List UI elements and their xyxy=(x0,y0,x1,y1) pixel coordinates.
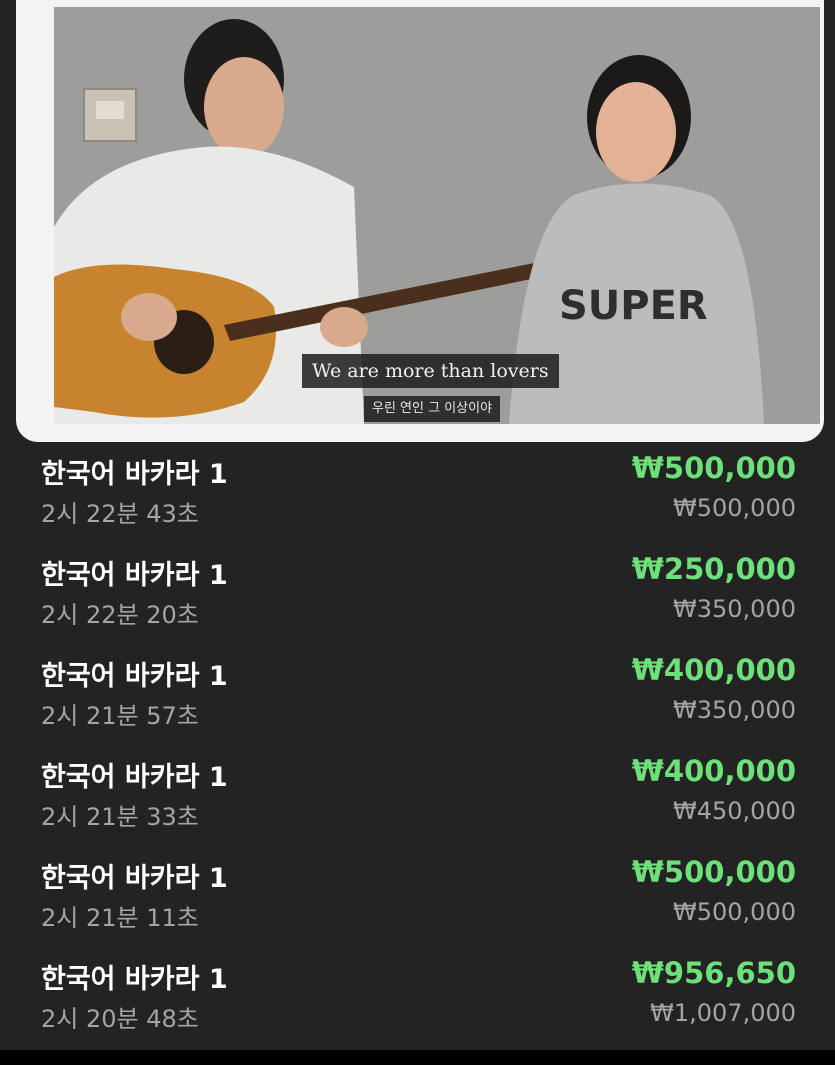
transaction-time: 2시 20분 48초 xyxy=(41,1005,199,1033)
transaction-panel: SUPER We are more than lovers 우린 연인 그 이상… xyxy=(0,0,835,1050)
transaction-name: 한국어 바카라 1 xyxy=(41,762,228,793)
transaction-amount: ₩500,000 xyxy=(631,855,796,889)
transaction-amount: ₩400,000 xyxy=(631,754,796,788)
shirt-print: SUPER xyxy=(559,283,708,329)
transaction-name: 한국어 바카라 1 xyxy=(41,863,228,894)
transaction-amount: ₩956,650 xyxy=(631,956,796,990)
transaction-row[interactable]: 한국어 바카라 1 2시 22분 20초 ₩250,000 ₩350,000 xyxy=(0,545,835,646)
video-card[interactable]: SUPER We are more than lovers 우린 연인 그 이상… xyxy=(16,0,824,442)
transaction-name: 한국어 바카라 1 xyxy=(41,964,228,995)
transaction-name: 한국어 바카라 1 xyxy=(41,661,228,692)
transaction-amount: ₩250,000 xyxy=(631,552,796,586)
transaction-balance: ₩1,007,000 xyxy=(650,999,796,1027)
transaction-time: 2시 22분 43초 xyxy=(41,500,199,528)
transaction-balance: ₩350,000 xyxy=(673,696,796,724)
transaction-time: 2시 21분 11초 xyxy=(41,904,199,932)
transaction-balance: ₩500,000 xyxy=(673,494,796,522)
transaction-name: 한국어 바카라 1 xyxy=(41,560,228,591)
transaction-time: 2시 21분 57초 xyxy=(41,702,199,730)
transaction-balance: ₩500,000 xyxy=(673,898,796,926)
transaction-amount: ₩400,000 xyxy=(631,653,796,687)
transaction-time: 2시 22분 20초 xyxy=(41,601,199,629)
bottom-edge xyxy=(0,1050,835,1065)
transaction-balance: ₩450,000 xyxy=(673,797,796,825)
transaction-list: 한국어 바카라 1 2시 22분 43초 ₩500,000 ₩500,000 한… xyxy=(0,444,835,1050)
transaction-row[interactable]: 한국어 바카라 1 2시 21분 11초 ₩500,000 ₩500,000 xyxy=(0,848,835,949)
transaction-balance: ₩350,000 xyxy=(673,595,796,623)
transaction-row[interactable]: 한국어 바카라 1 2시 20분 48초 ₩956,650 ₩1,007,000 xyxy=(0,949,835,1050)
subtitle-english: We are more than lovers xyxy=(302,354,559,388)
transaction-row[interactable]: 한국어 바카라 1 2시 22분 43초 ₩500,000 ₩500,000 xyxy=(0,444,835,545)
subtitle-korean: 우린 연인 그 이상이야 xyxy=(364,396,501,422)
video-thumbnail[interactable]: SUPER We are more than lovers 우린 연인 그 이상… xyxy=(54,7,820,424)
transaction-amount: ₩500,000 xyxy=(631,451,796,485)
transaction-row[interactable]: 한국어 바카라 1 2시 21분 33초 ₩400,000 ₩450,000 xyxy=(0,747,835,848)
transaction-name: 한국어 바카라 1 xyxy=(41,459,228,490)
transaction-time: 2시 21분 33초 xyxy=(41,803,199,831)
transaction-row[interactable]: 한국어 바카라 1 2시 21분 57초 ₩400,000 ₩350,000 xyxy=(0,646,835,747)
